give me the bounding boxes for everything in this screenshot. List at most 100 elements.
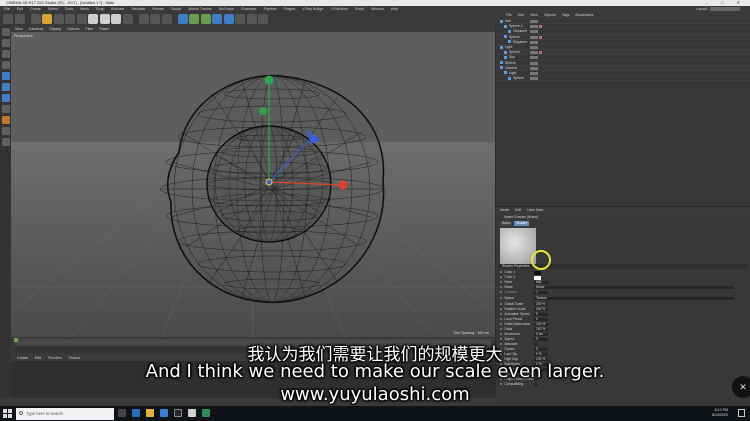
visibility-toggles[interactable] xyxy=(530,71,538,75)
menu-sculpt[interactable]: Sculpt xyxy=(171,7,181,11)
menu-tools[interactable]: Tools xyxy=(65,7,73,11)
cinema4d-taskbar-icon[interactable] xyxy=(174,409,182,417)
attr-menu-user-data[interactable]: User Data xyxy=(527,208,543,212)
render-settings-icon[interactable] xyxy=(161,14,172,24)
render-picture-viewer-icon[interactable] xyxy=(150,14,160,24)
perspective-viewport[interactable]: Perspective Grid Spacing : 100 cm xyxy=(11,32,495,337)
menu-edit[interactable]: Edit xyxy=(17,7,23,11)
menu-window[interactable]: Window xyxy=(371,7,384,11)
visibility-toggles[interactable] xyxy=(530,77,538,81)
visibility-toggles[interactable] xyxy=(530,61,538,65)
redo-icon[interactable] xyxy=(14,14,25,24)
viewport-menu-view[interactable]: View xyxy=(15,27,23,31)
y-axis-lock-icon[interactable] xyxy=(99,14,110,24)
lock-workplane-icon[interactable] xyxy=(1,138,10,146)
animation-dot-icon[interactable] xyxy=(500,290,503,294)
objects-menu-view[interactable]: View xyxy=(530,13,538,17)
layout-select[interactable] xyxy=(710,7,740,11)
menu-vray-bridge[interactable]: V-Ray Bridge xyxy=(302,7,323,11)
objects-menu-edit[interactable]: Edit xyxy=(518,13,524,17)
animation-dot-icon[interactable] xyxy=(500,280,503,284)
live-selection-icon[interactable] xyxy=(30,14,41,24)
visibility-toggles[interactable] xyxy=(530,66,538,70)
movement-field[interactable]: 0 cm xyxy=(534,332,548,337)
snap-icon[interactable] xyxy=(1,127,10,135)
menu-x-particles[interactable]: X-Particles xyxy=(330,7,347,11)
animation-dot-icon[interactable] xyxy=(500,317,503,321)
menu-simulate[interactable]: Simulate xyxy=(131,7,145,11)
visibility-toggles[interactable] xyxy=(530,25,538,29)
x-axis-handle[interactable] xyxy=(338,180,348,190)
menu-mesh[interactable]: Mesh xyxy=(80,7,89,11)
animation-dot-icon[interactable] xyxy=(500,332,503,336)
camera-icon[interactable] xyxy=(246,14,257,24)
floor-environment-icon[interactable] xyxy=(235,14,245,24)
model-mode-icon[interactable] xyxy=(1,39,10,47)
gizmo-center[interactable] xyxy=(265,178,273,186)
animation-dot-icon[interactable] xyxy=(500,302,503,306)
objects-menu-tags[interactable]: Tags xyxy=(562,13,570,17)
tweak-mode-icon[interactable] xyxy=(1,116,10,124)
visibility-toggles[interactable] xyxy=(530,20,538,23)
delta-field[interactable]: 100 % xyxy=(534,327,548,332)
array-generator-icon[interactable] xyxy=(212,14,222,24)
material-tag-icon[interactable] xyxy=(539,25,542,29)
menu-motion-tracker[interactable]: Motion Tracker xyxy=(188,7,212,11)
animation-dot-icon[interactable] xyxy=(500,270,503,274)
pen-spline-icon[interactable] xyxy=(189,14,199,24)
tab-basic[interactable]: Basic xyxy=(500,221,513,226)
light-icon[interactable] xyxy=(258,14,268,24)
axis-mode-icon[interactable] xyxy=(1,105,10,113)
app-taskbar-icon[interactable] xyxy=(202,409,210,417)
points-mode-icon[interactable] xyxy=(1,72,10,80)
objects-menu-file[interactable]: File xyxy=(506,13,512,17)
attr-menu-mode[interactable]: Mode xyxy=(500,208,509,212)
material-tag-icon[interactable] xyxy=(539,35,542,39)
visibility-toggles[interactable] xyxy=(530,51,538,55)
move-tool-icon[interactable] xyxy=(42,14,52,24)
noise-type-select[interactable]: Noise xyxy=(534,285,734,290)
make-editable-icon[interactable] xyxy=(1,28,10,36)
viewport-menu-panel[interactable]: Panel xyxy=(100,27,109,31)
recent-tools-icon[interactable] xyxy=(76,14,87,24)
polygons-mode-icon[interactable] xyxy=(1,94,10,102)
menu-snap[interactable]: Snap xyxy=(96,7,104,11)
animation-dot-icon[interactable] xyxy=(500,285,503,289)
render-view-icon[interactable] xyxy=(138,14,149,24)
visibility-toggles[interactable] xyxy=(530,30,538,34)
texture-mode-icon[interactable] xyxy=(1,50,10,58)
menu-animate[interactable]: Animate xyxy=(111,7,124,11)
loop-period-field[interactable]: 0 xyxy=(534,317,548,322)
x-axis-lock-icon[interactable] xyxy=(88,14,98,24)
object-row[interactable]: Sphere xyxy=(496,76,750,82)
global-scale-field[interactable]: 200 % xyxy=(534,302,548,307)
menu-character[interactable]: Character xyxy=(241,7,257,11)
menu-render[interactable]: Render xyxy=(152,7,164,11)
subdivision-surface-icon[interactable] xyxy=(200,14,211,24)
menu-pipeline[interactable]: Pipeline xyxy=(264,7,277,11)
workplane-icon[interactable] xyxy=(1,61,10,69)
color-1-swatch[interactable] xyxy=(534,270,541,275)
menu-plugins[interactable]: Plugins xyxy=(283,7,295,11)
menu-create[interactable]: Create xyxy=(30,7,41,11)
space-select[interactable]: Texture xyxy=(534,296,734,301)
menu-mograph[interactable]: MoGraph xyxy=(219,7,234,11)
material-tag-icon[interactable] xyxy=(539,51,542,55)
visibility-toggles[interactable] xyxy=(530,35,538,39)
objects-menu-bookmarks[interactable]: Bookmarks xyxy=(575,13,593,17)
scale-handle[interactable] xyxy=(259,107,267,115)
animation-dot-icon[interactable] xyxy=(500,307,503,311)
visibility-toggles[interactable] xyxy=(530,56,538,60)
rotate-tool-icon[interactable] xyxy=(65,14,75,24)
animation-dot-icon[interactable] xyxy=(500,327,503,331)
store-icon[interactable] xyxy=(160,409,168,417)
octaves-field[interactable]: 5 xyxy=(534,290,548,295)
menu-select[interactable]: Select xyxy=(48,7,58,11)
undo-icon[interactable] xyxy=(3,14,13,24)
animation-speed-field[interactable]: 0 xyxy=(534,312,548,317)
animation-dot-icon[interactable] xyxy=(500,322,503,326)
y-axis-handle[interactable] xyxy=(264,75,274,85)
viewport-menu-display[interactable]: Display xyxy=(49,27,61,31)
color-2-swatch[interactable] xyxy=(534,275,541,280)
animation-dot-icon[interactable] xyxy=(500,312,503,316)
